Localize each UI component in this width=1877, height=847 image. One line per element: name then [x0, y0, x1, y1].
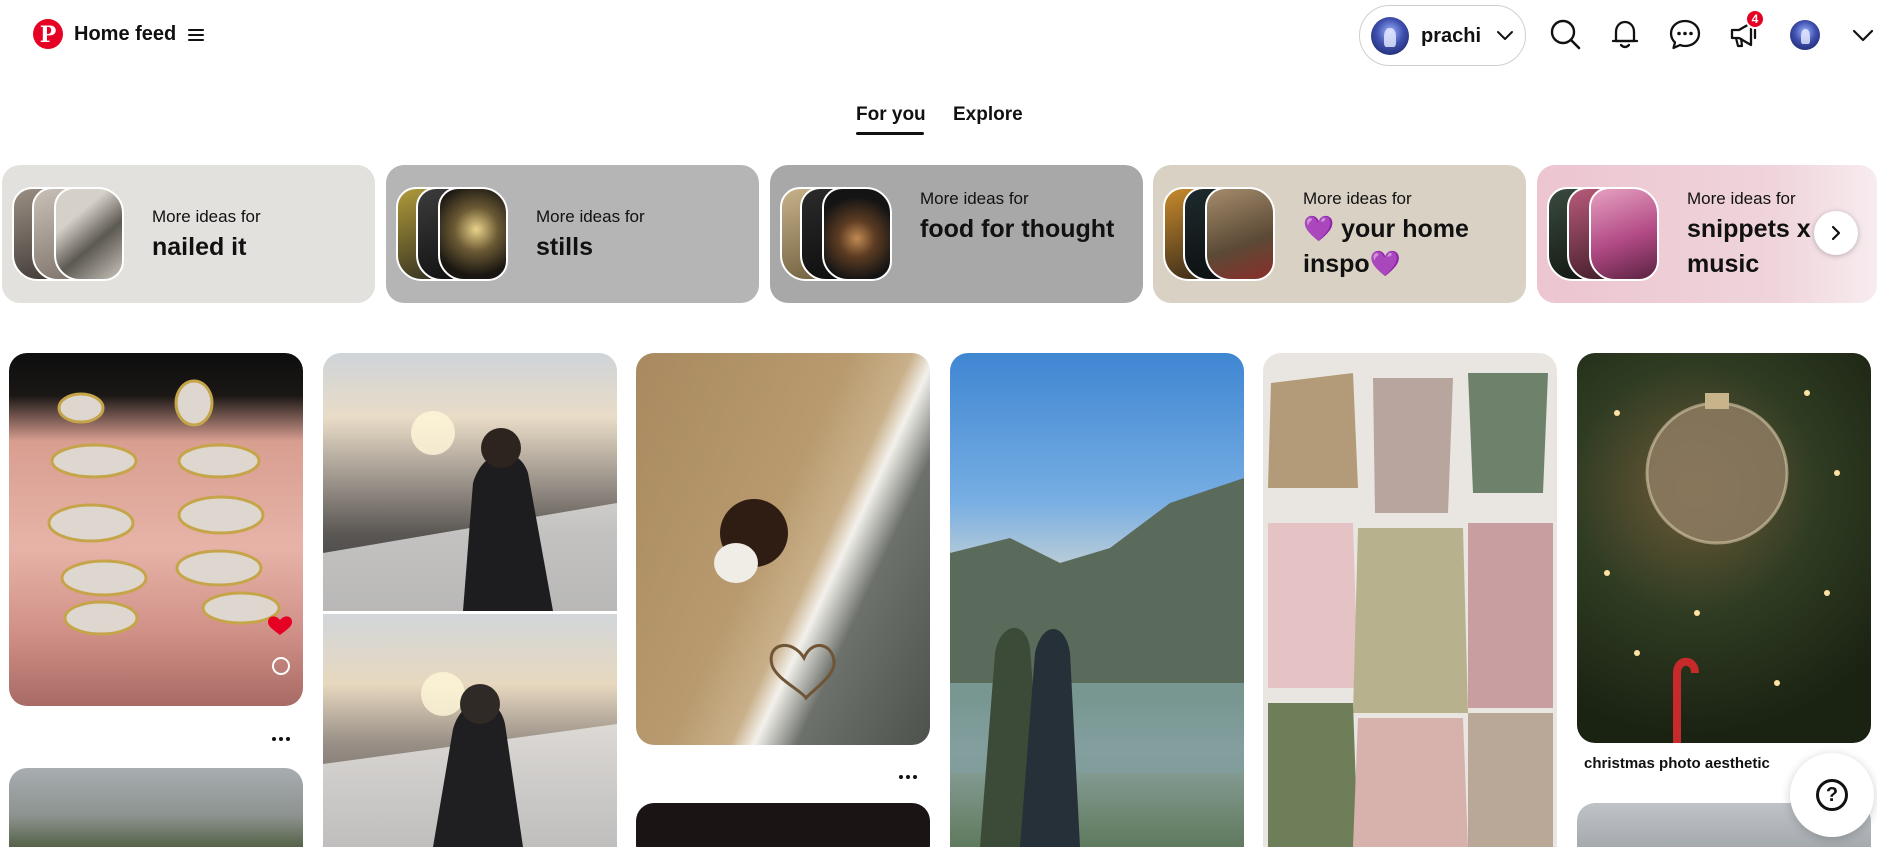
- idea-card-nailed-it[interactable]: More ideas for nailed it: [2, 165, 375, 303]
- idea-thumbnails: [780, 187, 900, 283]
- idea-title: snippets x music: [1687, 215, 1811, 278]
- pin-image: [323, 672, 617, 847]
- idea-subtitle: More ideas for: [536, 207, 645, 226]
- avatar[interactable]: [1790, 20, 1820, 50]
- chevron-down-icon[interactable]: [1850, 22, 1876, 48]
- pin-christmas-ornament[interactable]: [1577, 353, 1871, 743]
- idea-thumbnails: [1547, 187, 1667, 283]
- idea-card-food-for-thought[interactable]: More ideas for food for thought: [770, 165, 1143, 303]
- pin-mountain-lake[interactable]: [950, 353, 1244, 847]
- idea-card-stills[interactable]: More ideas for stills: [386, 165, 759, 303]
- idea-subtitle: More ideas for: [920, 189, 1029, 208]
- active-tab-indicator: [856, 132, 924, 135]
- messages-icon[interactable]: [1668, 17, 1702, 51]
- chevron-down-icon: [1497, 31, 1513, 40]
- tab-for-you[interactable]: For you: [856, 104, 926, 126]
- carousel-next-button[interactable]: [1814, 211, 1858, 255]
- profile-name: prachi: [1421, 25, 1482, 47]
- pin-more-options-icon[interactable]: [272, 728, 296, 741]
- pin-dark[interactable]: [636, 803, 930, 847]
- pin-image: [323, 411, 617, 611]
- idea-title: nailed it: [152, 233, 247, 261]
- top-bar: P Home feed prachi 4: [0, 0, 1877, 70]
- idea-subtitle: More ideas for: [152, 207, 261, 226]
- pin-beach-heart[interactable]: [636, 353, 930, 745]
- search-icon[interactable]: [1548, 17, 1582, 51]
- pin-image: [1604, 390, 1840, 743]
- pin-clothing-collage[interactable]: [1263, 353, 1557, 847]
- avatar: [1371, 17, 1409, 55]
- pin-image: [950, 478, 1244, 847]
- menu-icon[interactable]: [188, 29, 204, 41]
- bell-icon[interactable]: [1608, 17, 1642, 51]
- pin-caption[interactable]: christmas photo aesthetic: [1584, 755, 1770, 772]
- pin-trees[interactable]: [9, 768, 303, 847]
- idea-thumbnails: [1163, 187, 1283, 283]
- help-icon: ?: [1816, 779, 1848, 811]
- pin-winter-portrait-2[interactable]: [323, 614, 617, 847]
- idea-subtitle: More ideas for: [1303, 189, 1412, 208]
- pinterest-logo[interactable]: P: [33, 19, 63, 49]
- pin-image: [47, 379, 292, 675]
- notification-badge: 4: [1745, 9, 1765, 29]
- profile-switcher[interactable]: prachi: [1359, 5, 1526, 66]
- tab-explore[interactable]: Explore: [953, 104, 1023, 126]
- idea-card-home-inspo[interactable]: More ideas for 💜 your home inspo💜: [1153, 165, 1526, 303]
- idea-subtitle: More ideas for: [1687, 189, 1796, 208]
- idea-title: 💜 your home inspo💜: [1303, 215, 1469, 278]
- pin-image: [714, 499, 836, 701]
- idea-title: food for thought: [920, 215, 1115, 243]
- pin-winter-portrait[interactable]: [323, 353, 617, 611]
- pin-more-options-icon[interactable]: [899, 766, 923, 779]
- help-button[interactable]: ?: [1790, 753, 1874, 837]
- page-title[interactable]: Home feed: [74, 23, 176, 46]
- idea-thumbnails: [12, 187, 132, 283]
- idea-title: stills: [536, 233, 593, 261]
- pin-nails[interactable]: [9, 353, 303, 706]
- idea-thumbnails: [396, 187, 516, 283]
- chevron-right-icon: [1831, 225, 1841, 241]
- pin-image: [1268, 373, 1553, 847]
